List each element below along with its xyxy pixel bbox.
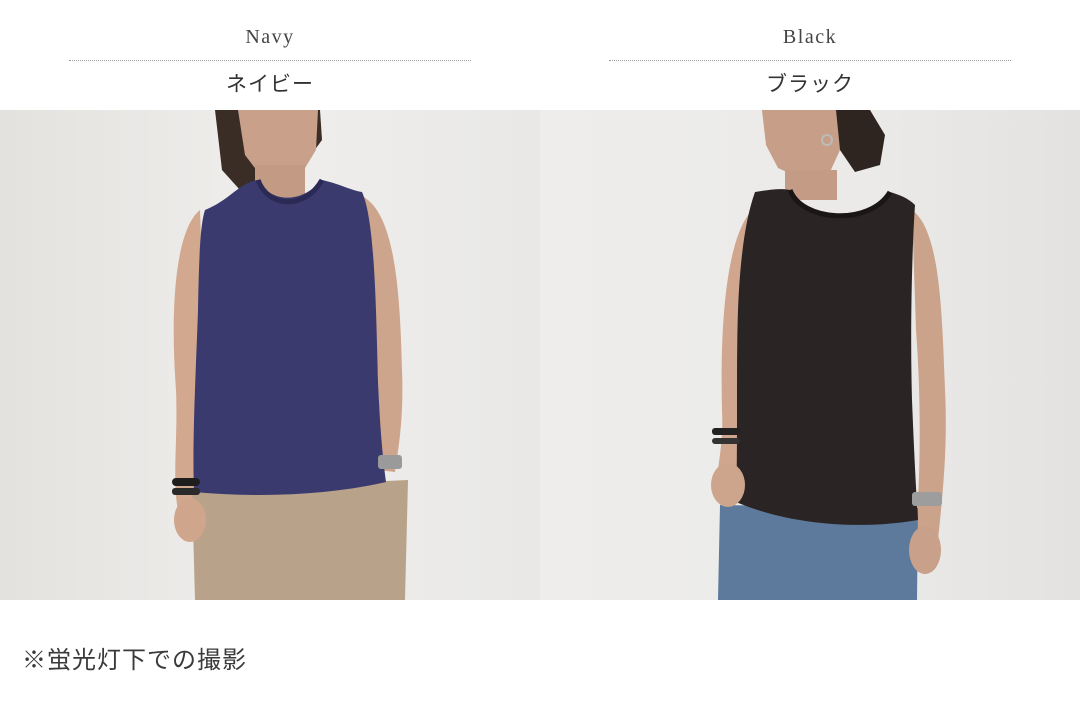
color-header-black: Black ブラック [540,0,1080,110]
color-name-english: Navy [245,26,295,48]
product-photo-navy [0,110,540,600]
pants [192,480,408,600]
tank-top [193,180,386,495]
color-name-japanese: ネイビー [226,72,314,96]
dotted-divider [69,60,471,61]
color-header-navy: Navy ネイビー [0,0,540,110]
product-photo-black [540,110,1080,600]
model-illustration-black [540,110,1080,600]
color-name-japanese: ブラック [766,72,854,96]
tank-top [736,189,918,525]
dotted-divider [609,60,1011,61]
model-illustration-navy [0,110,540,600]
lighting-note: ※蛍光灯下での撮影 [22,646,247,674]
color-name-english: Black [782,26,838,48]
